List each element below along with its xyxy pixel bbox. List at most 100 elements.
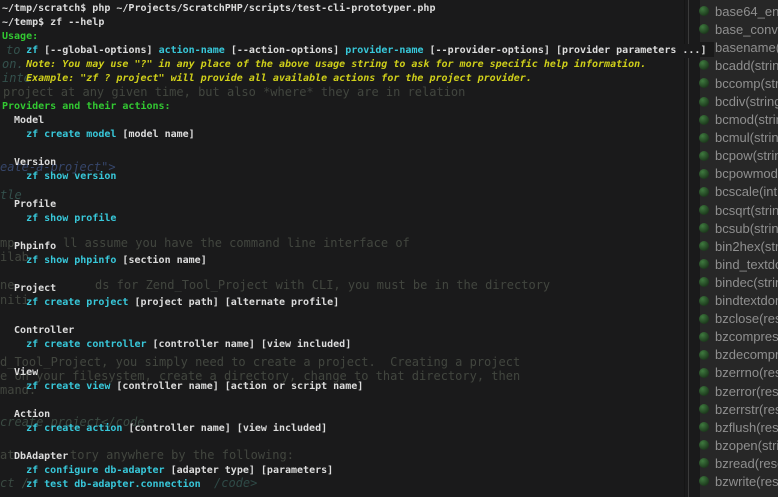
function-list-item[interactable]: bcscale(int $ [692, 183, 778, 201]
function-list-item[interactable]: bcadd(string [692, 56, 778, 74]
terminal-text-segment: zf create view [26, 381, 110, 392]
function-icon [699, 60, 709, 70]
function-list-item[interactable]: bcmul(string [692, 129, 778, 147]
function-list-item[interactable]: bindtextdom [692, 292, 778, 310]
function-name-label: bcscale(int $ [715, 184, 778, 199]
function-icon [699, 151, 709, 161]
function-icon [699, 296, 709, 306]
function-name-label: bcpow(strin [715, 148, 778, 163]
function-icon [699, 386, 709, 396]
terminal-text-segment [2, 479, 26, 490]
function-list-item[interactable]: bcsqrt(strin [692, 201, 778, 219]
function-list-item[interactable]: bzwrite(reso [692, 472, 778, 490]
function-list-item[interactable]: bzerrno(res [692, 364, 778, 382]
function-list-item[interactable]: bzflush(reso [692, 418, 778, 436]
terminal-line: Project [2, 282, 700, 296]
function-list-item[interactable]: bzread(reso [692, 454, 778, 472]
function-list-item[interactable]: base_conver [692, 20, 778, 38]
function-icon [699, 277, 709, 287]
terminal-text-segment: [adapter type] [parameters] [165, 465, 334, 476]
function-icon [699, 422, 709, 432]
terminal-line [2, 394, 700, 408]
function-list-item[interactable]: bcmod(strin [692, 111, 778, 129]
terminal-line [2, 436, 700, 450]
terminal-line [2, 352, 700, 366]
terminal-text-segment: ~/tmp/scratch$ php ~/Projects/ScratchPHP… [2, 3, 435, 14]
terminal-line: zf create project [project path] [altern… [2, 296, 700, 310]
function-list-item[interactable]: bcpowmod(s [692, 165, 778, 183]
function-list-sidebar[interactable]: base64_encbase_converbasename(st bcadd(st… [692, 0, 778, 497]
function-icon [699, 314, 709, 324]
terminal-text-segment: DbAdapter [2, 451, 68, 462]
terminal-line [2, 184, 700, 198]
terminal-text-segment: [model name] [116, 129, 194, 140]
terminal-line: zf show phpinfo [section name] [2, 254, 700, 268]
function-list-item[interactable]: bzopen(strin [692, 436, 778, 454]
terminal-window[interactable]: toon.inteproject at any given time, but … [0, 0, 700, 497]
terminal-text-segment [2, 339, 26, 350]
function-list-item[interactable]: base64_enc [692, 2, 778, 20]
function-name-label: bcadd(string [715, 58, 778, 73]
function-name-label: bcdiv(string [715, 94, 778, 109]
function-list-item[interactable]: bindec(strin [692, 273, 778, 291]
terminal-text-segment: Controller [2, 325, 74, 336]
function-icon [699, 259, 709, 269]
function-name-label: bcsqrt(strin [715, 203, 778, 218]
function-list-item[interactable]: bcsub(string [692, 219, 778, 237]
terminal-line: Providers and their actions: [2, 100, 700, 114]
function-list-item[interactable]: bzcompress [692, 328, 778, 346]
function-name-label: bzopen(strin [715, 438, 778, 453]
function-name-label: bzclose(reso [715, 311, 778, 326]
function-list-item[interactable]: bcpow(strin [692, 147, 778, 165]
terminal-line [2, 142, 700, 156]
function-name-label: bzflush(reso [715, 420, 778, 435]
terminal-text-segment: View [2, 367, 38, 378]
terminal-line: Profile [2, 198, 700, 212]
terminal-text-segment: [section name] [116, 255, 206, 266]
function-name-label: bind_textdo [715, 257, 778, 272]
function-list-item[interactable]: bin2hex(str [692, 237, 778, 255]
terminal-line: zf create action [controller name] [view… [2, 422, 700, 436]
editor-divider-line-dark [684, 58, 685, 497]
function-list-item[interactable]: bcdiv(string [692, 92, 778, 110]
function-list-item[interactable]: bzclose(reso [692, 310, 778, 328]
terminal-text-segment [2, 381, 26, 392]
terminal-line: zf create model [model name] [2, 128, 700, 142]
terminal-line: Note: You may use "?" in any place of th… [2, 58, 700, 72]
function-name-label: bcmod(strin [715, 112, 778, 127]
terminal-text-segment: zf create project [26, 297, 128, 308]
function-name-label: bcmul(string [715, 130, 778, 145]
terminal-line: zf show profile [2, 212, 700, 226]
terminal-text-segment [2, 45, 26, 56]
function-icon [699, 187, 709, 197]
function-icon [699, 440, 709, 450]
function-list-item[interactable]: bzerror(reso [692, 382, 778, 400]
function-list-item[interactable]: bccomp(stri [692, 74, 778, 92]
terminal-line: zf create view [controller name] [action… [2, 380, 700, 394]
function-name-label: bindtextdom [715, 293, 778, 308]
function-list-item[interactable]: basename(st [692, 38, 778, 56]
function-name-label: bindec(strin [715, 275, 778, 290]
terminal-text-segment [2, 423, 26, 434]
function-icon [699, 205, 709, 215]
function-icon [699, 458, 709, 468]
function-list-item[interactable]: bind_textdo [692, 255, 778, 273]
editor-divider-line-dark [684, 0, 685, 44]
terminal-line: Model [2, 114, 700, 128]
editor-divider-line-light [688, 0, 689, 44]
terminal-text-segment: [project path] [alternate profile] [128, 297, 339, 308]
terminal-text-segment: zf show version [26, 171, 116, 182]
function-icon [699, 332, 709, 342]
terminal-text-segment: zf test db-adapter.connection [26, 479, 201, 490]
terminal-text-segment: Example: "zf ? project" will provide all… [2, 73, 532, 84]
terminal-text-segment: [controller name] [action or script name… [110, 381, 363, 392]
terminal-line: zf create controller [controller name] [… [2, 338, 700, 352]
terminal-text-segment: zf show phpinfo [26, 255, 116, 266]
terminal-line: Controller [2, 324, 700, 338]
function-name-label: bzwrite(reso [715, 474, 778, 489]
terminal-line: ~/temp$ zf --help [2, 16, 700, 30]
function-list-item[interactable]: bzdecompre [692, 346, 778, 364]
function-list-item[interactable]: bzerrstr(res [692, 400, 778, 418]
terminal-text-segment: zf create model [26, 129, 116, 140]
terminal-text-segment [2, 129, 26, 140]
